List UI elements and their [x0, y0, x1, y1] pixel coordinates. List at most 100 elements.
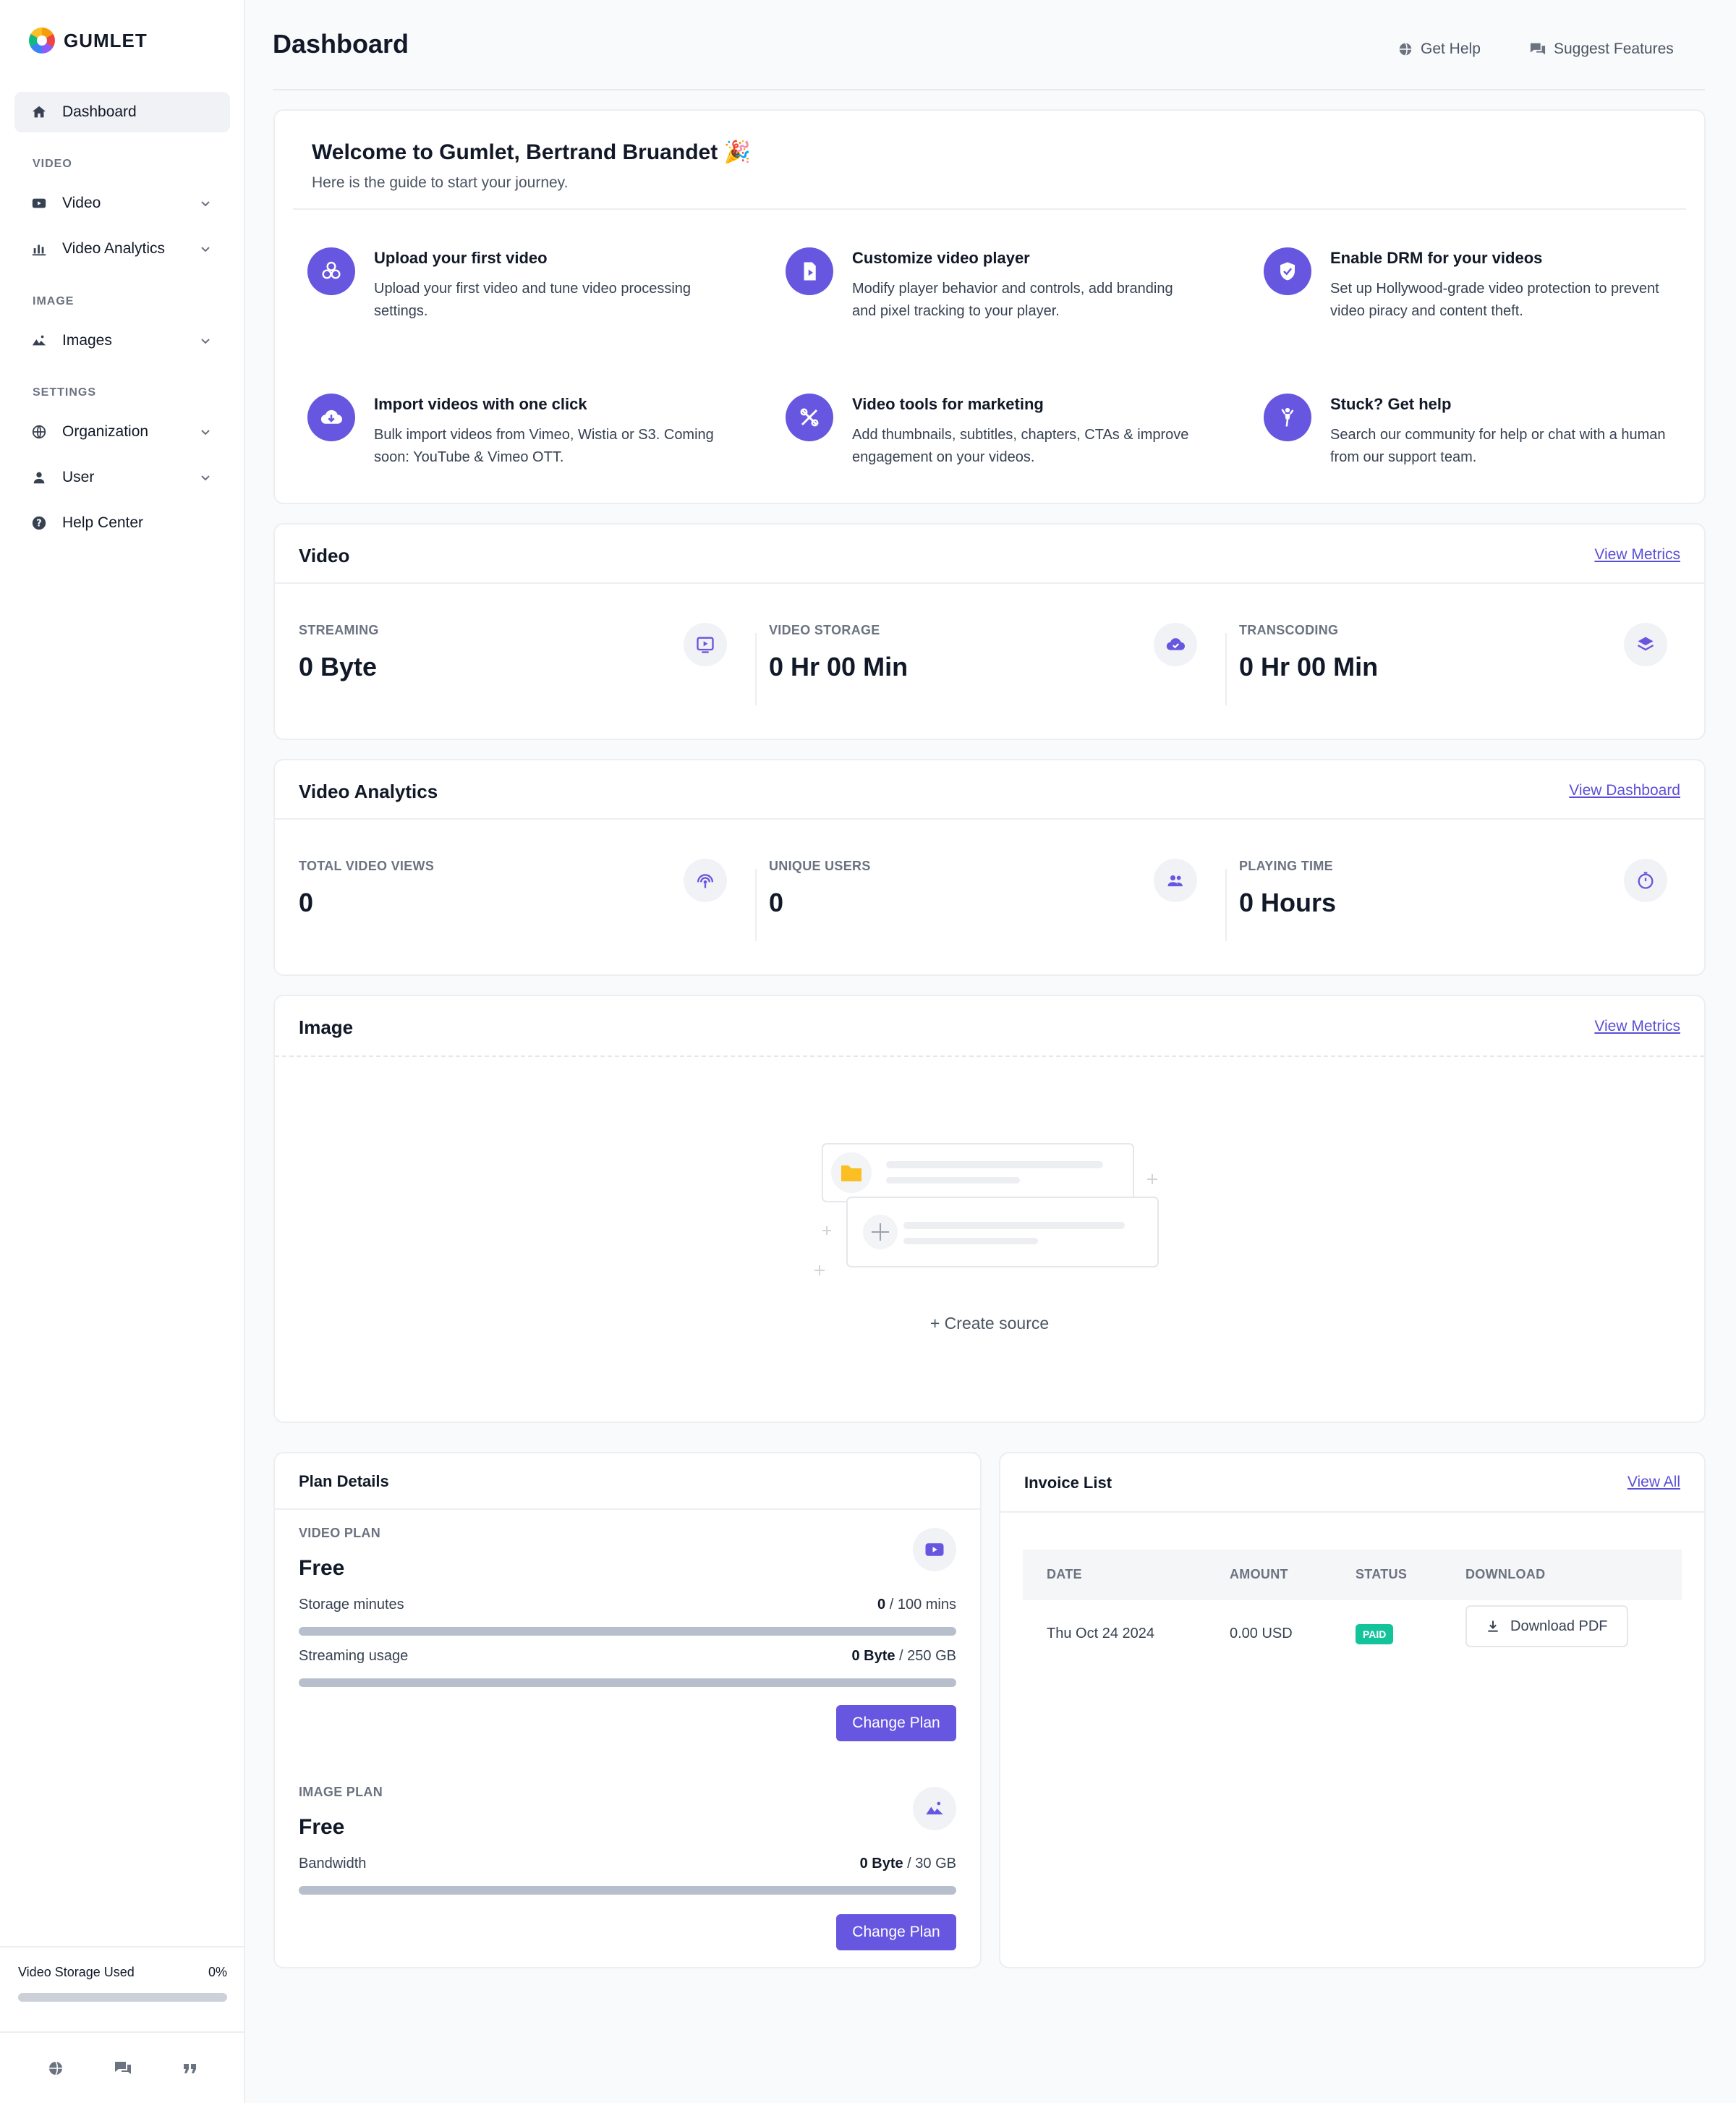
stopwatch-icon [1624, 859, 1667, 902]
user-icon [30, 469, 48, 486]
sidebar-item-label: Video [62, 195, 101, 211]
guide-title[interactable]: Stuck? Get help [1330, 395, 1451, 414]
player-icon[interactable] [786, 247, 833, 295]
guide-title[interactable]: Upload your first video [374, 249, 548, 268]
storage-minutes-label: Storage minutes [299, 1597, 404, 1613]
streaming-usage-row: Streaming usage 0 Byte / 250 GB [299, 1648, 956, 1665]
guide-enable-drm[interactable]: Enable DRM for your videos Set up Hollyw… [1264, 247, 1712, 334]
sidebar-item-label: Help Center [62, 514, 144, 531]
cloud-check-icon [1154, 623, 1197, 666]
cloud-download-icon[interactable] [307, 394, 355, 441]
metric-divider [1225, 633, 1227, 705]
video-analytics-card: Video Analytics View Dashboard TOTAL VID… [273, 759, 1706, 976]
hand-icon[interactable] [1264, 394, 1311, 441]
sidebar-item-organization[interactable]: Organization [14, 412, 230, 452]
metric-value: 0 Hr 00 Min [1239, 652, 1379, 681]
broadcast-icon [684, 859, 727, 902]
image-plan-label: IMAGE PLAN [299, 1785, 383, 1799]
storage-minutes-progress [299, 1627, 956, 1636]
bandwidth-row: Bandwidth 0 Byte / 30 GB [299, 1856, 956, 1872]
sidebar-item-help-center[interactable]: ? Help Center [14, 503, 230, 543]
gumlet-logo[interactable]: GUMLET [29, 27, 148, 54]
guide-get-help[interactable]: Stuck? Get help Search our community for… [1264, 394, 1712, 480]
get-help-label: Get Help [1421, 41, 1481, 57]
metric-divider [755, 633, 757, 705]
metric-label: TRANSCODING [1239, 623, 1339, 637]
empty-sources-illustration [814, 1143, 1159, 1275]
card-header: Image View Metrics [275, 996, 1704, 1055]
guide-title[interactable]: Enable DRM for your videos [1330, 249, 1542, 268]
sidebar-item-video-analytics[interactable]: Video Analytics [14, 229, 230, 269]
sidebar-item-video[interactable]: Video [14, 183, 230, 224]
bandwidth-label: Bandwidth [299, 1856, 367, 1872]
view-all-invoices-link[interactable]: View All [1628, 1474, 1680, 1491]
create-source-button[interactable]: + Create source [275, 1314, 1704, 1333]
metric-value: 0 [299, 888, 314, 917]
upload-icon[interactable] [307, 247, 355, 295]
card-title: Image [299, 1016, 354, 1038]
storage-minutes-used: 0 [877, 1597, 886, 1613]
globe-icon [1399, 43, 1412, 56]
image-plan-icon [913, 1787, 956, 1830]
storage-value: 0% [208, 1965, 227, 1979]
mountain-image-icon [30, 332, 48, 349]
welcome-subtitle: Here is the guide to start your journey. [312, 174, 569, 191]
page-title: Dashboard [273, 29, 409, 59]
chevron-down-icon [201, 339, 210, 344]
get-help-link[interactable]: Get Help [1397, 41, 1481, 58]
column-header-amount: AMOUNT [1230, 1567, 1288, 1581]
globe-help-icon[interactable] [46, 2058, 66, 2078]
change-image-plan-button[interactable]: Change Plan [836, 1914, 956, 1950]
view-metrics-link[interactable]: View Metrics [1594, 1018, 1680, 1035]
card-header: Plan Details [275, 1453, 980, 1510]
metric-label: STREAMING [299, 623, 379, 637]
download-pdf-label: Download PDF [1510, 1618, 1608, 1634]
sidebar: GUMLET Dashboard VIDEO Video Video Analy… [0, 0, 245, 2103]
layers-icon [1624, 623, 1667, 666]
video-plan-label: VIDEO PLAN [299, 1526, 381, 1540]
invoice-table-header: DATE AMOUNT STATUS DOWNLOAD [1023, 1550, 1682, 1600]
metric-unique-users: UNIQUE USERS 0 [769, 859, 1210, 938]
invoice-list-card: Invoice List View All DATE AMOUNT STATUS… [999, 1452, 1706, 1968]
guide-import-videos[interactable]: Import videos with one click Bulk import… [307, 394, 756, 480]
metric-transcoding: TRANSCODING 0 Hr 00 Min [1239, 623, 1680, 702]
guide-description: Set up Hollywood-grade video protection … [1330, 281, 1659, 319]
plan-details-card: Plan Details VIDEO PLAN Free Storage min… [273, 1452, 982, 1968]
quote-icon[interactable] [180, 2058, 200, 2078]
sidebar-item-images[interactable]: Images [14, 320, 230, 361]
streaming-usage-used: 0 Byte [851, 1648, 895, 1664]
guide-description: Modify player behavior and controls, add… [852, 281, 1173, 319]
sidebar-item-label: Dashboard [62, 103, 137, 120]
guide-marketing-tools[interactable]: Video tools for marketing Add thumbnails… [786, 394, 1234, 480]
sidebar-item-user[interactable]: User [14, 457, 230, 498]
video-plan-icon [913, 1528, 956, 1571]
guide-title[interactable]: Customize video player [852, 249, 1030, 268]
guide-title[interactable]: Import videos with one click [374, 395, 587, 414]
sidebar-item-dashboard[interactable]: Dashboard [14, 92, 230, 132]
change-video-plan-button[interactable]: Change Plan [836, 1705, 956, 1741]
card-title: Video [299, 545, 350, 566]
storage-minutes-total: / 100 mins [885, 1597, 956, 1613]
view-metrics-link[interactable]: View Metrics [1594, 546, 1680, 564]
view-dashboard-link[interactable]: View Dashboard [1569, 782, 1680, 799]
shield-icon[interactable] [1264, 247, 1311, 295]
tools-icon[interactable] [786, 394, 833, 441]
metric-label: PLAYING TIME [1239, 859, 1333, 873]
sidebar-item-label: User [62, 469, 95, 485]
card-title: Plan Details [299, 1472, 389, 1490]
suggest-features-link[interactable]: Suggest Features [1529, 41, 1674, 58]
chat-icon[interactable] [113, 2058, 133, 2078]
card-header: Video Analytics View Dashboard [275, 760, 1704, 820]
sidebar-section-video: VIDEO [33, 158, 72, 170]
guide-title[interactable]: Video tools for marketing [852, 395, 1044, 414]
guide-description: Search our community for help or chat wi… [1330, 427, 1666, 465]
download-pdf-button[interactable]: Download PDF [1465, 1605, 1628, 1647]
guide-customize-player[interactable]: Customize video player Modify player beh… [786, 247, 1234, 334]
image-card: Image View Metrics + Create source [273, 995, 1706, 1423]
guide-upload-video[interactable]: Upload your first video Upload your firs… [307, 247, 756, 334]
sidebar-section-settings: SETTINGS [33, 386, 97, 399]
welcome-divider [293, 208, 1686, 210]
storage-label: Video Storage Used [18, 1965, 135, 1979]
chevron-down-icon [201, 201, 210, 207]
sidebar-item-label: Organization [62, 423, 149, 440]
